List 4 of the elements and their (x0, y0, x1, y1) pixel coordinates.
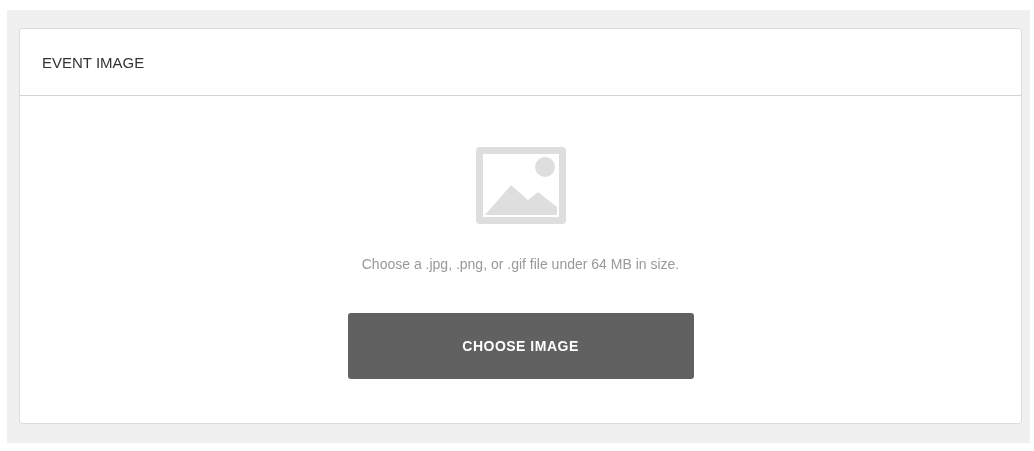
panel-title: EVENT IMAGE (42, 53, 145, 71)
file-hint: Choose a .jpg, .png, or .gif file under 64 MB in size. (361, 256, 680, 272)
image-placeholder-icon (475, 147, 566, 224)
choose-image-button[interactable]: CHOOSE IMAGE (347, 313, 694, 379)
